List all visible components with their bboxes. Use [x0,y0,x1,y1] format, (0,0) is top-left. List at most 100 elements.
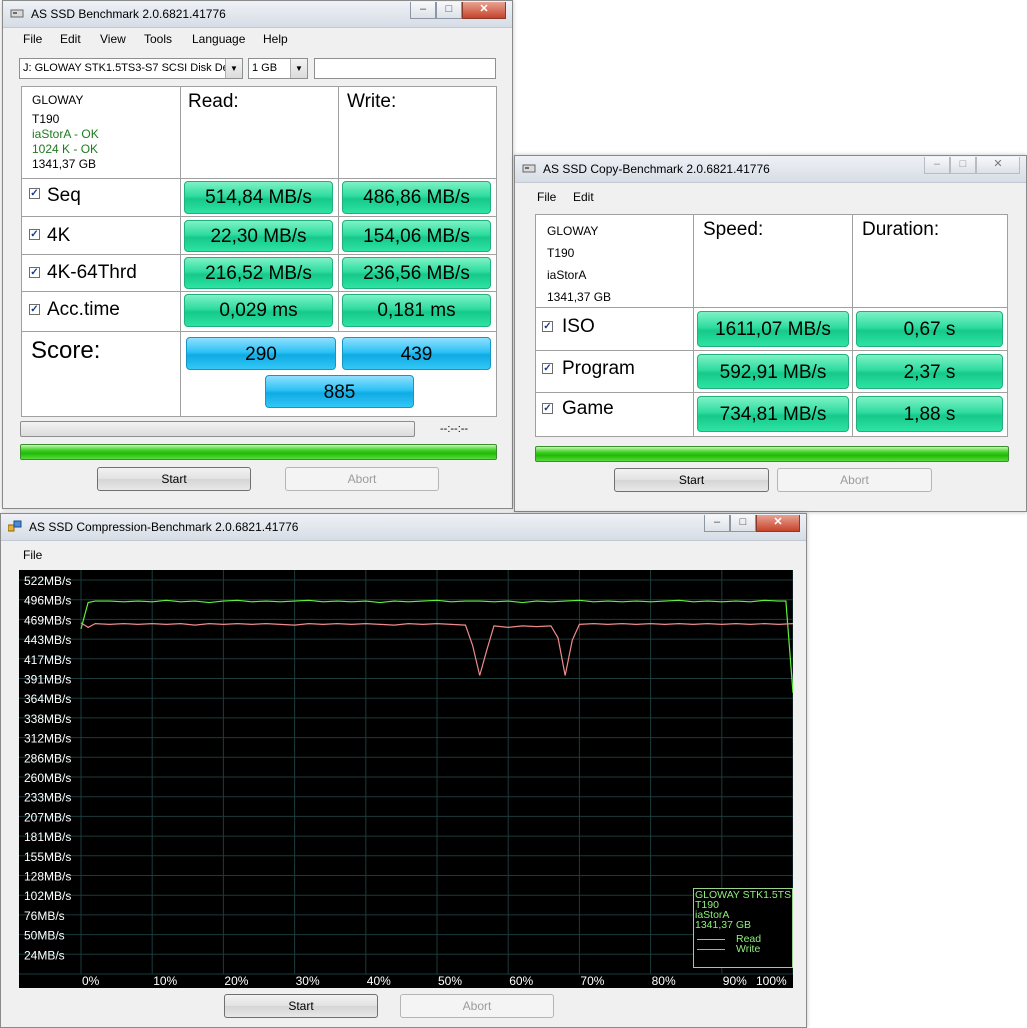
alignment-status: 1024 K - OK [32,142,99,156]
menu-language[interactable]: Language [192,32,245,46]
compression-start-button[interactable]: Start [224,994,378,1018]
y-tick-label: 391MB/s [24,673,71,687]
x-tick-label: 30% [296,974,320,988]
size-select[interactable]: 1 GB ▼ [248,58,308,79]
drive-capacity: 1341,37 GB [32,157,97,171]
4k-read-value: 22,30 MB/s [184,220,333,252]
iso-duration-value: 0,67 s [856,311,1003,347]
program-speed-value: 592,91 MB/s [697,354,849,389]
y-tick-label: 338MB/s [24,712,71,726]
drive-capacity: 1341,37 GB [547,290,612,304]
copy-abort-button[interactable]: Abort [777,468,932,492]
drive-info: GLOWAY T190 iaStorA - OK 1024 K - OK 134… [32,93,99,172]
x-tick-label: 40% [367,974,391,988]
drive-model: GLOWAY [32,93,84,107]
speed-header: Speed: [703,219,764,240]
compression-chart: 522MB/s 496MB/s 469MB/s 443MB/s 417MB/s 391MB… [19,570,793,988]
minimize-button[interactable]: – [924,157,950,174]
abort-button[interactable]: Abort [285,467,439,491]
drive-firmware: T190 [547,246,575,260]
x-tick-label: 20% [224,974,248,988]
y-tick-label: 128MB/s [24,870,71,884]
minimize-button[interactable]: – [704,515,730,532]
score-write: 439 [342,337,491,370]
copy-menubar: File Edit [515,186,1026,208]
y-tick-label: 76MB/s [24,909,65,923]
menu-edit[interactable]: Edit [60,32,81,46]
acctime-read-value: 0,029 ms [184,294,333,327]
y-tick-label: 496MB/s [24,594,71,608]
score-read: 290 [186,337,336,370]
menu-file[interactable]: File [537,190,556,204]
x-tick-label: 10% [153,974,177,988]
legend-read-swatch [697,939,725,940]
legend-write-label: Write [736,943,761,955]
maximize-button[interactable]: □ [730,515,756,532]
total-progress-bar [20,444,497,460]
drive-model: GLOWAY [547,224,599,238]
maximize-button[interactable]: □ [950,157,976,174]
menu-edit[interactable]: Edit [573,190,594,204]
x-tick-label: 0% [82,974,100,988]
duration-header: Duration: [862,219,940,240]
size-select-value: 1 GB [252,62,278,74]
iso-checkbox[interactable]: ✓ [542,321,553,332]
legend-write-swatch [697,949,725,950]
seq-label: Seq [47,185,81,206]
menu-file[interactable]: File [23,32,42,46]
seq-checkbox[interactable]: ✓ [29,188,40,199]
y-tick-label: 233MB/s [24,791,71,805]
y-tick-label: 181MB/s [24,830,71,844]
close-button[interactable]: ✕ [976,157,1020,174]
drive-icon [522,164,536,173]
4k64-write-value: 236,56 MB/s [342,257,491,289]
menu-file[interactable]: File [23,548,42,562]
compression-chart-svg: 522MB/s 496MB/s 469MB/s 443MB/s 417MB/s 391MB… [19,570,793,988]
benchmark-titlebar[interactable]: AS SSD Benchmark 2.0.6821.41776 – □ ✕ [3,1,512,28]
chevron-down-icon: ▼ [290,59,307,78]
y-tick-label: 207MB/s [24,810,71,824]
y-tick-label: 286MB/s [24,751,71,765]
y-tick-label: 24MB/s [24,948,65,962]
4k-checkbox[interactable]: ✓ [29,229,40,240]
minimize-button[interactable]: – [410,2,436,19]
x-tick-label: 100% [756,974,787,988]
write-header: Write: [347,91,397,112]
drive-select[interactable]: J: GLOWAY STK1.5TS3-S7 SCSI Disk De ▼ [19,58,243,79]
copy-titlebar[interactable]: AS SSD Copy-Benchmark 2.0.6821.41776 – □… [515,156,1026,183]
status-field [314,58,496,79]
y-tick-label: 443MB/s [24,633,71,647]
driver-name: iaStorA [547,268,587,282]
game-label: Game [562,398,614,419]
acctime-label: Acc.time [47,299,120,320]
x-tick-label: 50% [438,974,462,988]
iso-speed-value: 1611,07 MB/s [697,311,849,347]
4k64-checkbox[interactable]: ✓ [29,267,40,278]
x-tick-label: 70% [580,974,604,988]
copy-start-button[interactable]: Start [614,468,769,492]
seq-read-value: 514,84 MB/s [184,181,333,214]
menu-tools[interactable]: Tools [144,32,172,46]
driver-status: iaStorA - OK [32,127,99,141]
compression-abort-button[interactable]: Abort [400,994,554,1018]
close-button[interactable]: ✕ [462,2,506,19]
acctime-checkbox[interactable]: ✓ [29,304,40,315]
drive-select-value: J: GLOWAY STK1.5TS3-S7 SCSI Disk De [23,62,229,74]
y-tick-label: 469MB/s [24,613,71,627]
program-checkbox[interactable]: ✓ [542,363,553,374]
benchmark-results-grid: GLOWAY T190 iaStorA - OK 1024 K - OK 134… [21,86,497,417]
menu-view[interactable]: View [100,32,126,46]
x-tick-label: 60% [509,974,533,988]
game-checkbox[interactable]: ✓ [542,403,553,414]
x-tick-label: 90% [723,974,747,988]
4k64-label: 4K-64Thrd [47,262,137,283]
compression-titlebar[interactable]: AS SSD Compression-Benchmark 2.0.6821.41… [1,514,806,541]
close-button[interactable]: ✕ [756,515,800,532]
menu-help[interactable]: Help [263,32,288,46]
x-tick-label: 80% [652,974,676,988]
y-tick-label: 417MB/s [24,653,71,667]
start-button[interactable]: Start [97,467,251,491]
copy-benchmark-window: AS SSD Copy-Benchmark 2.0.6821.41776 – □… [514,155,1027,512]
copy-title: AS SSD Copy-Benchmark 2.0.6821.41776 [543,162,770,176]
maximize-button[interactable]: □ [436,2,462,19]
